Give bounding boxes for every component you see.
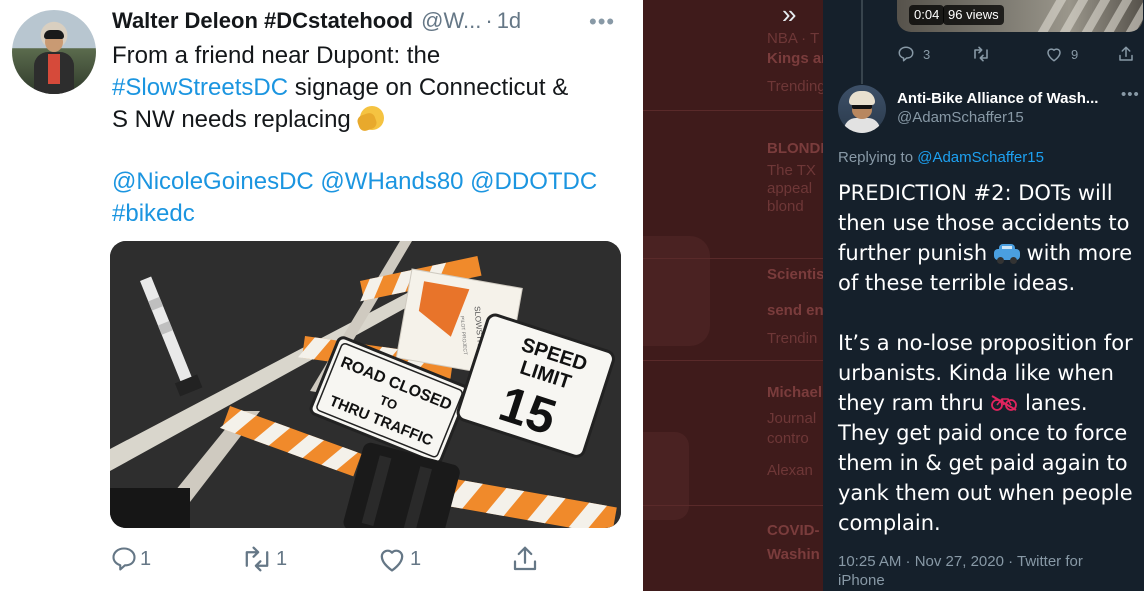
reply-count: 1 (140, 547, 152, 570)
author-handle[interactable]: @AdamSchaffer15 (897, 109, 1024, 126)
dimmed-trend-line: Kings an (767, 50, 823, 67)
like-button[interactable]: 1 (376, 541, 421, 577)
reply-icon (112, 547, 136, 571)
replying-prefix: Replying to (838, 149, 918, 166)
author-handle[interactable]: @W... (421, 8, 481, 34)
chevron-double-right-icon[interactable]: » (782, 0, 812, 30)
prev-like-count: 9 (1071, 46, 1079, 62)
more-icon[interactable]: ••• (1121, 86, 1140, 103)
avatar-person (34, 30, 74, 94)
dimmed-trend-line: Trendin (767, 330, 818, 347)
mentions-line[interactable]: @NicoleGoinesDC @WHands80 @DDOTDC (112, 168, 597, 195)
dimmed-trend-line: The TX (767, 162, 816, 179)
para2-text-a: It’s a no-lose proposition for urbanists… (838, 331, 1133, 415)
anti-bike-avatar[interactable] (838, 85, 886, 133)
reply-icon (898, 46, 914, 62)
thread-line (861, 0, 863, 84)
retweet-icon (245, 546, 269, 572)
right-tweet-panel: 0:04 96 views 3 9 Anti-Bike Alliance of … (823, 0, 1144, 591)
facepalm-emoji-icon (356, 104, 387, 133)
tweet-text-line3: S NW needs replacing (112, 106, 358, 133)
retweet-button[interactable]: 1 (240, 541, 287, 577)
dimmed-trend-line: Washin (767, 546, 820, 563)
header-separator: · (485, 8, 493, 33)
tweet-body: PREDICTION #2: DOTs will then use those … (838, 178, 1138, 568)
previous-tweet-actions: 3 9 (897, 43, 1143, 65)
car-emoji-icon (993, 243, 1020, 264)
reply-button[interactable]: 1 (110, 541, 151, 577)
tweet-actions: 1 1 1 (110, 541, 550, 577)
tweet-age[interactable]: 1d (497, 8, 521, 34)
tweet-timestamp[interactable]: 10:25 AM · Nov 27, 2020 · Twitter for iP… (838, 552, 1128, 590)
dimmed-trend-line: BLONDIE (767, 140, 823, 157)
hashtag-slowstreetsdc[interactable]: #SlowStreetsDC (112, 74, 288, 101)
video-views-badge: 96 views (943, 5, 1004, 25)
retweet-icon (974, 46, 988, 62)
tweet-header: Walter Deleon #DCstatehood @W... · 1d (112, 8, 521, 34)
tweet-body: From a friend near Dupont: the #SlowStre… (112, 40, 622, 136)
dimmed-trend-line: Alexan (767, 462, 813, 479)
dimmed-trend-line: NBA · T (767, 30, 820, 47)
dimmed-trend-line: COVID- (767, 522, 820, 539)
no-bicycle-emoji-icon (991, 395, 1018, 411)
dimmed-trend-line: Trending (767, 78, 823, 95)
dimmed-divider (643, 505, 823, 506)
share-icon (513, 546, 537, 571)
more-icon[interactable]: ••• (589, 9, 615, 35)
dimmed-background-strip: » NBA · T Kings an Trending BLONDIE The TXap… (643, 0, 823, 591)
tweet-mentions: @NicoleGoinesDC @WHands80 @DDOTDC #biked… (112, 166, 632, 230)
dimmed-trend-line: appeal (767, 180, 813, 197)
dimmed-divider (643, 258, 823, 259)
like-icon (1047, 48, 1061, 62)
tweet-text-line2: signage on Connecticut & (288, 74, 569, 101)
dimmed-card (643, 432, 689, 520)
dimmed-trend-line: contro (767, 430, 809, 447)
tweet-paragraph-2: It’s a no-lose proposition for urbanists… (838, 328, 1138, 538)
dimmed-trend-line: blond (767, 198, 804, 215)
share-button[interactable] (510, 541, 540, 577)
dimmed-divider (643, 360, 823, 361)
dimmed-card (643, 236, 710, 346)
prev-like-button[interactable]: 9 (1045, 43, 1078, 65)
dimmed-trend-line: Michael (767, 384, 823, 401)
dimmed-trend-line: Scientis (767, 266, 823, 283)
author-display-name[interactable]: Walter Deleon #DCstatehood (112, 8, 413, 34)
photo-scene: SLOWSTREETS PILOT PROJECT ROAD CLOSED TO… (110, 241, 621, 528)
video-time-badge: 0:04 (909, 5, 945, 25)
hashtag-bikedc[interactable]: #bikedc (112, 200, 195, 227)
dimmed-divider (643, 110, 823, 111)
dimmed-trend-line: send en (767, 302, 823, 319)
tweet-text-line1: From a friend near Dupont: the (112, 42, 441, 69)
author-display-name[interactable]: Anti-Bike Alliance of Wash... (897, 90, 1098, 107)
replying-to: Replying to @AdamSchaffer15 (838, 149, 1044, 166)
prev-retweet-button[interactable] (971, 43, 991, 65)
tweet-photo[interactable]: SLOWSTREETS PILOT PROJECT ROAD CLOSED TO… (110, 241, 621, 528)
tweet-paragraph-1: PREDICTION #2: DOTs will then use those … (838, 178, 1138, 298)
replying-to-mention[interactable]: @AdamSchaffer15 (917, 149, 1044, 166)
walter-avatar[interactable] (12, 10, 96, 94)
retweet-count: 1 (276, 547, 288, 570)
like-count: 1 (410, 547, 422, 570)
left-tweet-panel: Walter Deleon #DCstatehood @W... · 1d ••… (0, 0, 643, 591)
prev-share-button[interactable] (1117, 43, 1135, 65)
like-icon (380, 549, 404, 572)
dimmed-trend-line: Journal (767, 410, 817, 427)
prev-reply-count: 3 (923, 46, 931, 62)
prev-reply-button[interactable]: 3 (897, 43, 930, 65)
share-icon (1119, 46, 1133, 61)
